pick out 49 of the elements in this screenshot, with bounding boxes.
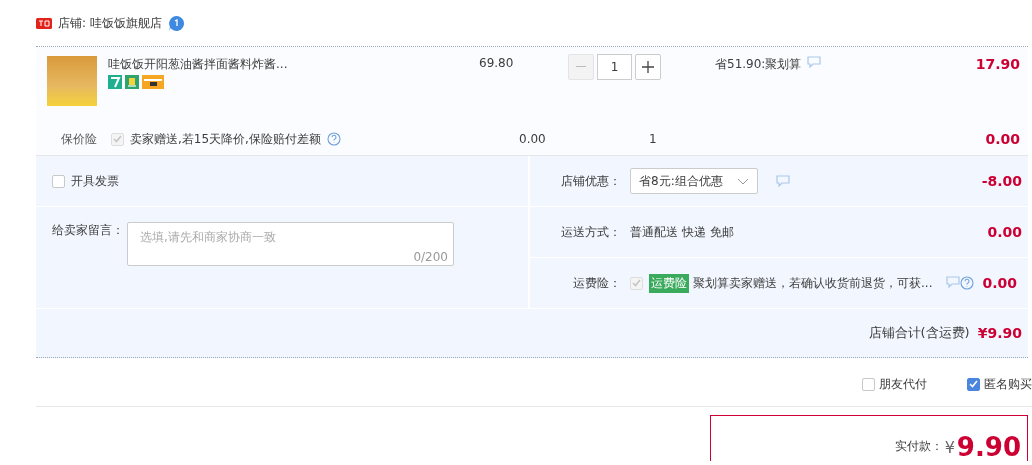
shop-total-label: 店铺合计(含运费) [868,324,970,342]
checkbox[interactable] [862,377,875,391]
insurance-quantity: 1 [649,132,658,146]
chat-icon[interactable] [775,175,790,187]
product-photo[interactable] [47,56,97,106]
option-label[interactable]: 朋友代付 [879,375,927,393]
chat-icon[interactable] [807,56,822,68]
payment-amount: 9.90 [956,434,1021,460]
decrease-button[interactable] [568,54,594,80]
freight-insurance-amount: 0.00 [982,275,1018,291]
discount-label: 店铺优惠： [560,172,621,190]
discount-amount: -8.00 [981,173,1023,189]
card-badge-icon [142,75,164,89]
chevron-down-icon [736,177,749,185]
item-total: 17.90 [974,56,1021,74]
chat-bubble-icon[interactable] [167,14,185,32]
plus-icon [642,61,654,73]
currency-symbol: ¥ [944,438,955,457]
message-label: 给卖家留言： [52,222,124,239]
store-logo-icon [36,17,52,29]
shipping-method: 普通配送 快递 免邮 [630,223,734,241]
shipping-amount: 0.00 [987,224,1023,240]
insurance-tag: 运费险 [649,273,689,293]
chat-icon[interactable] [946,276,961,288]
insurance-price: 0.00 [519,132,547,146]
help-icon[interactable] [326,132,341,146]
quantity-field[interactable]: 1 [597,54,632,80]
help-icon[interactable] [960,276,975,290]
insurance-total: 0.00 [984,131,1021,147]
invoice-label: 开具发票 [71,172,119,190]
option-label[interactable]: 匿名购买 [984,375,1032,393]
payment-label: 实付款： [894,438,943,455]
increase-button[interactable] [635,54,661,80]
shipping-label: 运送方式： [560,223,621,241]
shop-total-amount: ¥9.90 [977,325,1022,341]
discount-text: 省51.90:聚划算 [715,56,802,73]
checkbox[interactable] [52,174,65,188]
seven-day-return-icon [108,75,122,89]
minus-icon [576,66,586,68]
unit-price: 69.80 [479,56,515,72]
product-title[interactable]: 哇饭饭开阳葱油酱拌面酱料炸酱... [108,56,479,72]
insurance-text: 卖家赠送,若15天降价,保险赔付差额 [130,130,321,148]
insurance-label: 保价险 [61,130,98,148]
character-counter: 0/200 [413,250,448,264]
checkbox[interactable] [967,377,980,391]
discount-dropdown[interactable]: 省8元:组合优惠 [630,168,758,194]
freight-insurance-label: 运费险： [572,274,621,292]
freight-insurance-text: 聚划算卖家赠送，若确认收货前退货，可获... [693,274,933,292]
shop-name[interactable]: 店铺: 哇饭饭旗舰店 [58,14,162,32]
